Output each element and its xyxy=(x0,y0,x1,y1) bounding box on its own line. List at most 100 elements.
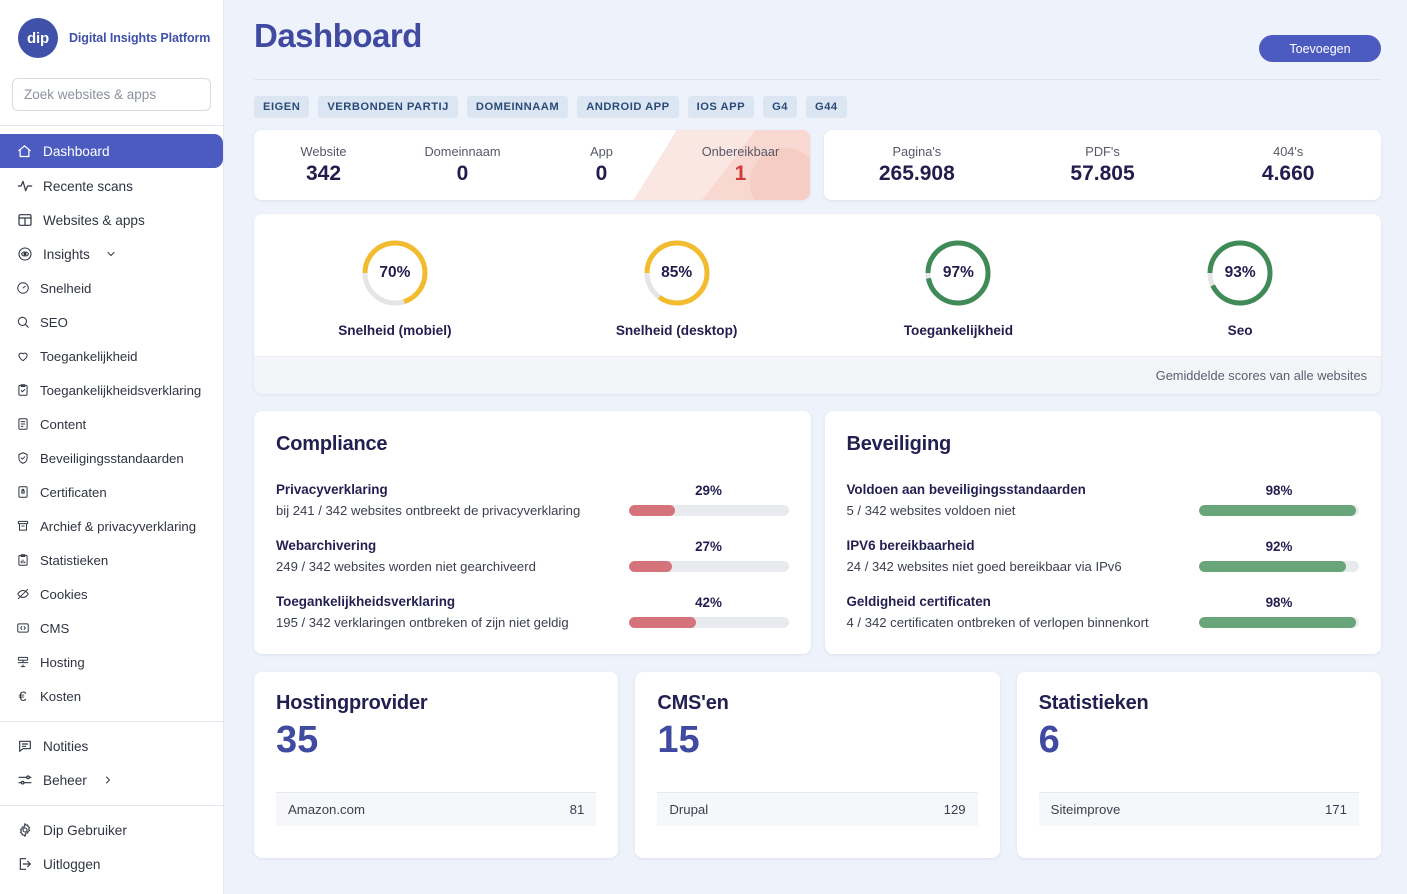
metric-name: Voldoen aan beveiligingsstandaarden xyxy=(846,482,1086,497)
sidebar-item-notities[interactable]: Notities xyxy=(0,730,223,762)
search-container xyxy=(0,72,223,121)
sidebar-item-seo[interactable]: SEO xyxy=(0,306,223,338)
list-item-name: Drupal xyxy=(669,802,709,818)
logout-icon xyxy=(16,856,33,873)
sidebar-item-uitloggen[interactable]: Uitloggen xyxy=(0,848,223,880)
gear-icon xyxy=(16,822,33,839)
metric-description: 195 / 342 verklaringen ontbreken of zijn… xyxy=(276,615,569,631)
sidebar-item-archief-privacyverklaring[interactable]: Archief & privacyverklaring xyxy=(0,510,223,542)
metric-percent: 27% xyxy=(695,539,722,555)
sidebar-item-beheer[interactable]: Beheer xyxy=(0,764,223,796)
card-title: Statistieken xyxy=(1038,691,1149,714)
metric-percent: 98% xyxy=(1265,483,1293,498)
metric-description: 5 / 342 websites voldoen niet xyxy=(846,503,1016,518)
sidebar-item-dip-gebruiker[interactable]: Dip Gebruiker xyxy=(0,814,223,846)
sidebar-item-label: Content xyxy=(40,416,87,432)
gauge-label: Snelheid (mobiel) xyxy=(338,323,452,338)
bottom-cards-row: Hostingprovider 35 Amazon.com 81 CMS'en … xyxy=(254,671,1381,858)
progress-track xyxy=(628,505,789,516)
metric-percent: 92% xyxy=(1265,539,1293,555)
stat-label: Pagina's xyxy=(892,144,942,159)
metric-certificaten: Geldigheid certificaten 4 / 342 certific… xyxy=(846,594,1359,633)
metric-beveiligingsstandaarden: Voldoen aan beveiligingsstandaarden 5 / … xyxy=(846,482,1359,521)
page-header: Dashboard Toevoegen xyxy=(254,0,1381,62)
metric-description: 4 / 342 certificaten ontbreken of verlop… xyxy=(846,615,1149,631)
sidebar-item-certificaten[interactable]: Certificaten xyxy=(0,476,223,508)
card-title: Beveiliging xyxy=(846,433,952,455)
sidebar-item-label: Uitloggen xyxy=(43,856,101,872)
sidebar-item-toegankelijkheidsverklaring[interactable]: Toegankelijkheidsverklaring xyxy=(0,374,223,406)
scores-card: 70% Snelheid (mobiel) 85% Snelheid (desk… xyxy=(254,214,1381,394)
sidebar-item-hosting[interactable]: Hosting xyxy=(0,646,223,678)
filter-pill-group: EIGEN VERBONDEN PARTIJ DOMEINNAAM ANDROI… xyxy=(254,80,1381,130)
donut-gauge: 97% xyxy=(923,238,993,308)
filter-pill-verbonden-partij[interactable]: VERBONDEN PARTIJ xyxy=(318,96,458,118)
sidebar-item-label: Insights xyxy=(43,246,90,262)
gauge-value: 97% xyxy=(942,264,974,281)
filter-pill-domeinnaam[interactable]: DOMEINNAAM xyxy=(466,96,569,118)
add-button[interactable]: Toevoegen xyxy=(1259,35,1381,62)
sidebar-item-insights[interactable]: Insights xyxy=(0,238,223,270)
server-icon xyxy=(15,655,30,670)
sidebar-item-label: Statistieken xyxy=(40,552,109,568)
sidebar-item-cookies[interactable]: Cookies xyxy=(0,578,223,610)
divider xyxy=(0,721,223,722)
sidebar-item-snelheid[interactable]: Snelheid xyxy=(0,272,223,304)
sidebar-item-toegankelijkheid[interactable]: Toegankelijkheid xyxy=(0,340,223,372)
list-item-value: 171 xyxy=(1324,802,1347,818)
metric-ipv6: IPV6 bereikbaarheid 24 / 342 websites ni… xyxy=(846,538,1359,577)
metric-name: IPV6 bereikbaarheid xyxy=(846,538,975,554)
certificate-lock-icon xyxy=(15,485,30,500)
metric-name: Geldigheid certificaten xyxy=(846,594,991,610)
donut-gauge: 85% xyxy=(642,238,712,308)
gauge-value: 85% xyxy=(661,264,693,281)
gauge-seo: 93% Seo xyxy=(1099,238,1381,338)
cms-card: CMS'en 15 Drupal 129 xyxy=(635,671,1000,858)
sidebar-item-recente-scans[interactable]: Recente scans xyxy=(0,170,223,202)
list-item[interactable]: Siteimprove 171 xyxy=(1038,793,1359,827)
sliders-icon xyxy=(16,772,33,789)
stats-row: Website 342 Domeinnaam 0 App 0 Onbereikb… xyxy=(254,130,1381,200)
stat-value: 1 xyxy=(734,162,747,185)
list-item[interactable]: Amazon.com 81 xyxy=(276,793,597,827)
search-input[interactable] xyxy=(12,78,211,111)
filter-pill-ios-app[interactable]: IOS APP xyxy=(687,96,755,118)
stats-card-assets: Website 342 Domeinnaam 0 App 0 Onbereikb… xyxy=(254,130,810,200)
filter-pill-android-app[interactable]: ANDROID APP xyxy=(577,96,679,118)
sidebar-item-kosten[interactable]: € Kosten xyxy=(0,680,223,712)
search-icon xyxy=(15,315,30,330)
filter-pill-eigen[interactable]: EIGEN xyxy=(254,96,310,118)
stat-app: App 0 xyxy=(532,144,671,186)
sidebar-item-websites-apps[interactable]: Websites & apps xyxy=(0,204,223,236)
sidebar-item-content[interactable]: Content xyxy=(0,408,223,440)
card-count: 6 xyxy=(1038,718,1060,761)
metric-percent: 42% xyxy=(695,595,722,611)
list: Siteimprove 171 xyxy=(1038,792,1359,827)
stat-paginas: Pagina's 265.908 xyxy=(824,144,1010,186)
sidebar-item-label: Cookies xyxy=(40,586,88,602)
page-title: Dashboard xyxy=(254,17,422,54)
gauge-snelheid-desktop: 85% Snelheid (desktop) xyxy=(536,238,818,338)
euro-icon: € xyxy=(18,688,27,704)
sidebar-item-beveiligingsstandaarden[interactable]: Beveiligingsstandaarden xyxy=(0,442,223,474)
gauge-label: Seo xyxy=(1227,323,1253,338)
filter-pill-g44[interactable]: G44 xyxy=(806,96,847,118)
metric-webarchivering: Webarchivering 249 / 342 websites worden… xyxy=(276,538,789,577)
filter-pill-g4[interactable]: G4 xyxy=(763,96,797,118)
shield-check-icon xyxy=(15,451,30,466)
brand[interactable]: dip Digital Insights Platform xyxy=(0,0,223,72)
list-item-value: 129 xyxy=(943,802,966,818)
gauges-footnote: Gemiddelde scores van alle websites xyxy=(254,356,1381,394)
archive-icon xyxy=(15,519,30,534)
progress-track xyxy=(1199,561,1359,573)
sidebar-item-statistieken[interactable]: Statistieken xyxy=(0,544,223,576)
list-item[interactable]: Drupal 129 xyxy=(657,793,978,827)
sidebar-item-dashboard[interactable]: Dashboard xyxy=(0,134,223,168)
progress-track xyxy=(1199,505,1359,516)
compliance-card: Compliance Privacyverklaring bij 241 / 3… xyxy=(254,411,811,654)
sidebar-item-label: Snelheid xyxy=(40,280,92,296)
metric-privacyverklaring: Privacyverklaring bij 241 / 342 websites… xyxy=(276,482,789,521)
sidebar-item-cms[interactable]: CMS xyxy=(0,612,223,644)
card-count: 15 xyxy=(657,718,700,761)
sidebar-nav: Dashboard Recente scans Websites & apps … xyxy=(0,132,223,882)
